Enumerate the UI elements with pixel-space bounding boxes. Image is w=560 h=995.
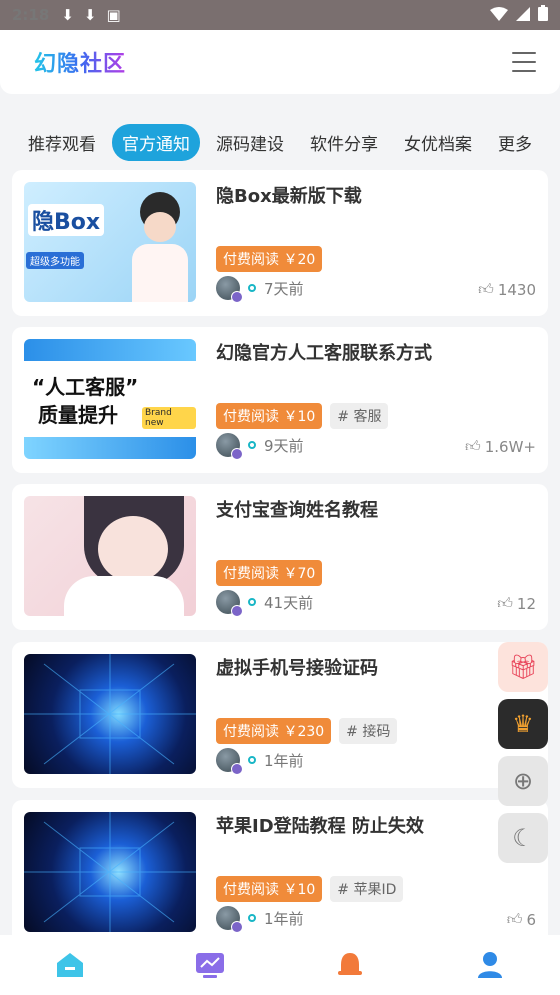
dark-mode-button[interactable]: ☾ xyxy=(498,813,548,863)
like-count: 1430 xyxy=(497,280,536,299)
post-thumbnail[interactable] xyxy=(24,654,196,774)
price-tag: 付费阅读 ￥230 xyxy=(216,718,332,744)
nav-notifications[interactable] xyxy=(332,947,368,983)
post-title[interactable]: 幻隐官方人工客服联系方式 xyxy=(216,339,432,365)
nav-trending[interactable] xyxy=(192,947,228,983)
app-logo[interactable]: 幻隐社区 xyxy=(34,46,126,78)
category-tag[interactable]: # 客服 xyxy=(330,403,389,429)
category-tabs: 推荐观看 官方通知 源码建设 软件分享 女优档案 更多 xyxy=(0,120,560,164)
model-face-shape xyxy=(144,212,176,242)
post-title[interactable]: 虚拟手机号接验证码 xyxy=(216,654,378,680)
download-icon: ⬇ xyxy=(61,6,74,24)
post-time: 9天前 xyxy=(264,436,304,455)
thumb-subtitle: 超级多功能 xyxy=(26,252,84,269)
circuit-pattern xyxy=(24,654,196,774)
price-tag: 付费阅读 ￥10 xyxy=(216,403,323,429)
thumbs-up-icon: 👍︎ xyxy=(497,594,513,612)
tab-official-notice[interactable]: 官方通知 xyxy=(112,123,200,161)
time-dot-icon xyxy=(248,756,256,764)
thumb-title: 隐Box xyxy=(28,204,105,236)
post-title[interactable]: 苹果ID登陆教程 防止失效 xyxy=(216,812,424,838)
time-dot-icon xyxy=(248,284,256,292)
vip-button[interactable]: ♛ xyxy=(498,699,548,749)
thumbs-up-icon: 👍︎ xyxy=(506,910,523,928)
post-card[interactable]: 虚拟手机号接验证码 付费阅读 ￥230 # 接码 1年前 xyxy=(12,642,548,788)
download-icon: ⬇ xyxy=(83,6,97,24)
signal-icon xyxy=(516,6,530,25)
like-button[interactable]: 👍︎ 1430 xyxy=(478,280,536,299)
post-time: 41天前 xyxy=(264,593,314,612)
plus-circle-icon: ⊕ xyxy=(512,767,534,795)
tab-recommend[interactable]: 推荐观看 xyxy=(18,124,106,161)
thumbs-up-icon: 👍︎ xyxy=(478,280,494,298)
tab-archive[interactable]: 女优档案 xyxy=(394,124,482,161)
post-thumbnail[interactable]: “人工客服” 质量提升 Brand new xyxy=(24,339,196,459)
moon-icon: ☾ xyxy=(512,824,534,852)
avatar[interactable] xyxy=(216,276,243,303)
avatar[interactable] xyxy=(216,748,243,775)
post-card[interactable]: 苹果ID登陆教程 防止失效 付费阅读 ￥10 # 苹果ID 1年前 👍︎ 6 xyxy=(12,800,548,946)
post-time: 1年前 xyxy=(264,909,304,928)
post-card[interactable]: “人工客服” 质量提升 Brand new 幻隐官方人工客服联系方式 付费阅读 … xyxy=(12,327,548,473)
tab-more[interactable]: 更多 xyxy=(488,124,542,161)
category-tag[interactable]: # 接码 xyxy=(339,718,398,744)
model-body-shape xyxy=(132,244,188,302)
status-bar: 2:18 ⬇ ⬇ ▣ xyxy=(0,0,560,30)
avatar[interactable] xyxy=(216,433,243,460)
post-title[interactable]: 支付宝查询姓名教程 xyxy=(216,496,378,522)
time-dot-icon xyxy=(248,914,256,922)
thumbs-up-icon: 👍︎ xyxy=(465,437,481,455)
price-tag: 付费阅读 ￥70 xyxy=(216,560,323,586)
gift-icon: 🎁︎ xyxy=(507,653,539,681)
post-thumbnail[interactable]: 隐Box 超级多功能 xyxy=(24,182,196,302)
circuit-pattern xyxy=(24,812,196,932)
post-card[interactable]: 隐Box 超级多功能 隐Box最新版下载 付费阅读 ￥20 7天前 👍︎ 143… xyxy=(12,170,548,316)
like-count: 6 xyxy=(526,910,536,929)
post-thumbnail[interactable] xyxy=(24,496,196,616)
battery-icon xyxy=(538,5,548,25)
chart-icon xyxy=(196,953,224,978)
status-time: 2:18 xyxy=(12,6,50,24)
thumb-line2: 质量提升 xyxy=(38,403,118,427)
app-header: 幻隐社区 xyxy=(0,30,560,94)
time-dot-icon xyxy=(248,441,256,449)
price-tag: 付费阅读 ￥10 xyxy=(216,876,323,902)
time-dot-icon xyxy=(248,598,256,606)
avatar[interactable] xyxy=(216,590,243,617)
post-thumbnail[interactable] xyxy=(24,812,196,932)
like-button[interactable]: 👍︎ 1.6W+ xyxy=(465,437,536,456)
anime-face-shape xyxy=(98,516,168,582)
category-tag[interactable]: # 苹果ID xyxy=(330,876,404,902)
crown-icon: ♛ xyxy=(512,710,534,738)
hamburger-icon xyxy=(512,52,536,54)
post-card[interactable]: 支付宝查询姓名教程 付费阅读 ￥70 41天前 👍︎ 12 xyxy=(12,484,548,630)
thumb-line1: “人工客服” xyxy=(32,375,139,399)
menu-button[interactable] xyxy=(512,52,536,72)
like-button[interactable]: 👍︎ 6 xyxy=(507,910,536,929)
nav-profile[interactable] xyxy=(472,947,508,983)
tab-source-code[interactable]: 源码建设 xyxy=(206,124,294,161)
thumb-badge: Brand new xyxy=(142,407,196,429)
anime-body-shape xyxy=(64,576,184,616)
app-notification-icon: ▣ xyxy=(106,6,121,24)
like-count: 1.6W+ xyxy=(484,437,536,456)
bell-icon xyxy=(338,953,362,975)
price-tag: 付费阅读 ￥20 xyxy=(216,246,323,272)
user-icon xyxy=(478,952,502,978)
post-time: 7天前 xyxy=(264,279,304,298)
tab-software[interactable]: 软件分享 xyxy=(300,124,388,161)
like-count: 12 xyxy=(516,594,536,613)
add-button[interactable]: ⊕ xyxy=(498,756,548,806)
like-button[interactable]: 👍︎ 12 xyxy=(497,594,536,613)
avatar[interactable] xyxy=(216,906,243,933)
post-title[interactable]: 隐Box最新版下载 xyxy=(216,182,362,208)
post-time: 1年前 xyxy=(264,751,304,770)
gift-button[interactable]: 🎁︎ xyxy=(498,642,548,692)
home-icon xyxy=(57,953,83,977)
nav-home[interactable] xyxy=(52,947,88,983)
bottom-navigation xyxy=(0,935,560,995)
wifi-icon xyxy=(490,6,508,25)
